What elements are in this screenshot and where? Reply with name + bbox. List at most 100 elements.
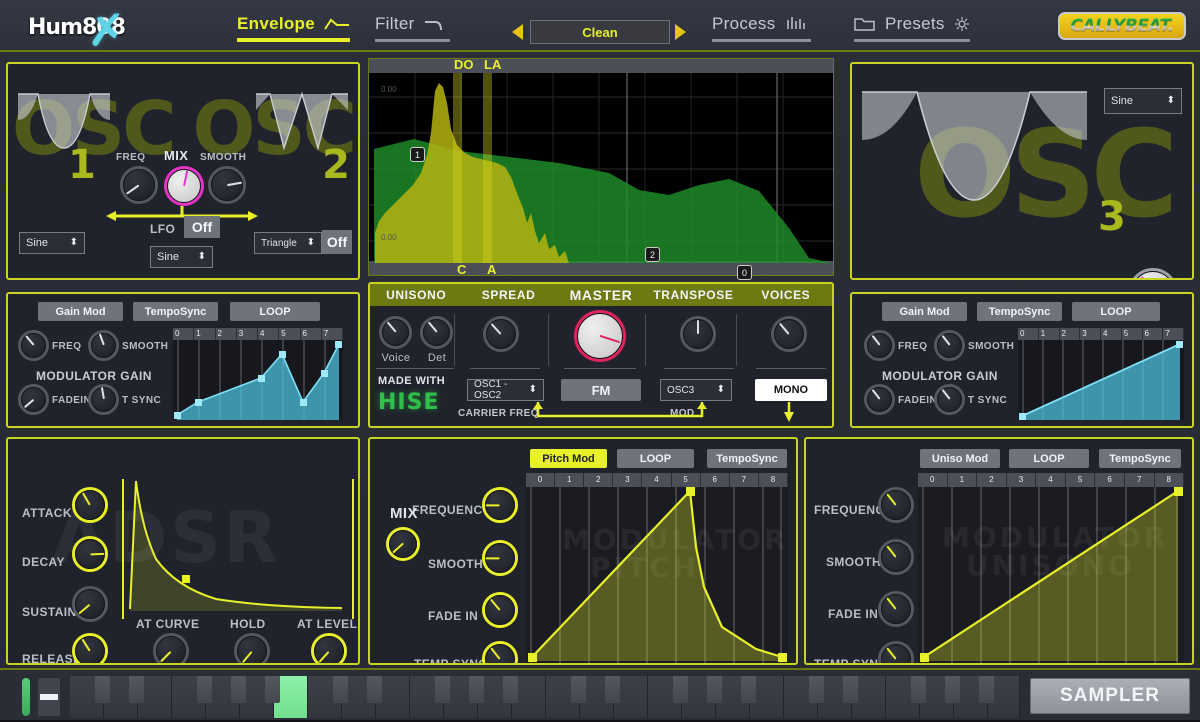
mod-left-graph[interactable]: 0 1 2 3 4 5 6 7 — [173, 328, 343, 420]
mod-right-smooth-knob[interactable] — [934, 330, 965, 361]
lfo-off-toggle[interactable]: Off — [184, 216, 220, 238]
sustain-knob[interactable] — [72, 586, 108, 622]
osc-freq-knob[interactable] — [120, 166, 158, 204]
mod-right-fadein-knob[interactable] — [864, 384, 895, 415]
mod-right-fadein-label: FADEIN — [898, 395, 937, 406]
mod-osc-select[interactable]: OSC3 ⬍ — [660, 379, 732, 401]
osc2-off-toggle[interactable]: Off — [322, 230, 352, 254]
temposync-button-right[interactable]: TempoSync — [977, 302, 1062, 321]
next-preset-arrow[interactable] — [675, 24, 686, 40]
pitch-mod-graph[interactable]: 0 1 2 3 4 5 6 7 8 MODULATOR PITCH — [526, 473, 788, 663]
at-curve-knob[interactable] — [153, 633, 189, 663]
unisono-voice-knob[interactable] — [379, 316, 412, 349]
black-key[interactable] — [605, 676, 620, 703]
uniso-loop-button[interactable]: LOOP — [1009, 449, 1089, 468]
loop-button-right[interactable]: LOOP — [1072, 302, 1160, 321]
adsr-curve-display[interactable] — [126, 479, 346, 614]
mod-right-freq-knob[interactable] — [864, 330, 895, 361]
uniso-frequency-knob[interactable] — [878, 487, 914, 523]
spectrum-node-0[interactable]: 0 — [737, 265, 752, 280]
tab-process[interactable]: Process — [712, 14, 811, 34]
black-key[interactable] — [741, 676, 756, 703]
black-key[interactable] — [367, 676, 382, 703]
spectrum-analyzer[interactable]: DO LA C A — [368, 58, 834, 276]
mod-right-graph-curve — [1018, 340, 1184, 420]
tab-envelope[interactable]: Envelope — [237, 14, 350, 34]
black-key[interactable] — [469, 676, 484, 703]
pitch-tempsync-knob[interactable] — [482, 641, 518, 663]
black-key[interactable] — [129, 676, 144, 703]
loop-button-left[interactable]: LOOP — [230, 302, 320, 321]
mono-button[interactable]: MONO — [755, 379, 827, 401]
uniso-fadein-knob[interactable] — [878, 591, 914, 627]
osc1-waveform-select[interactable]: Sine ⬍ — [19, 232, 85, 254]
mod-wheel[interactable] — [38, 678, 60, 716]
black-key[interactable] — [197, 676, 212, 703]
osc2-waveform-select[interactable]: Triangle ⬍ — [254, 232, 322, 254]
gear-icon[interactable] — [954, 16, 970, 32]
black-key[interactable] — [333, 676, 348, 703]
osc-mix-knob[interactable] — [164, 166, 204, 206]
pitch-temposync-button[interactable]: TempoSync — [707, 449, 787, 468]
voices-knob[interactable] — [771, 316, 807, 352]
uniso-tempsync-knob[interactable] — [878, 641, 914, 663]
uniso-temposync-button[interactable]: TempoSync — [1099, 449, 1181, 468]
unisono-det-knob[interactable] — [420, 316, 453, 349]
master-volume-knob[interactable] — [574, 310, 626, 362]
uniso-smooth-knob[interactable] — [878, 539, 914, 575]
gain-mod-button-right[interactable]: Gain Mod — [882, 302, 967, 321]
black-key[interactable] — [503, 676, 518, 703]
spectrum-node-2[interactable]: 2 — [645, 247, 660, 262]
tab-filter[interactable]: Filter — [375, 14, 450, 34]
uniso-mod-graph[interactable]: 0 1 2 3 4 5 6 7 8 MODULATOR UNISONO — [918, 473, 1184, 663]
black-key[interactable] — [673, 676, 688, 703]
spectrum-node-1[interactable]: 1 — [410, 147, 425, 162]
black-key[interactable] — [945, 676, 960, 703]
black-key[interactable] — [979, 676, 994, 703]
black-key[interactable] — [435, 676, 450, 703]
gain-mod-button-left[interactable]: Gain Mod — [38, 302, 123, 321]
carrier-select[interactable]: OSC1 - OSC2 ⬍ — [467, 379, 544, 401]
osc3-gain-knob[interactable] — [1128, 268, 1178, 278]
pitch-wheel[interactable] — [22, 678, 30, 716]
sampler-button[interactable]: SAMPLER — [1030, 678, 1190, 714]
mod-left-freq-knob[interactable] — [18, 330, 49, 361]
black-key[interactable] — [911, 676, 926, 703]
black-key[interactable] — [809, 676, 824, 703]
preset-display[interactable]: Clean — [530, 20, 670, 44]
fm-button[interactable]: FM — [561, 379, 641, 401]
osc-smooth-knob[interactable] — [208, 166, 246, 204]
pitch-frequency-knob[interactable] — [482, 487, 518, 523]
ruler-tick: 0 — [918, 473, 948, 487]
tab-presets[interactable]: Presets — [854, 14, 970, 34]
pitch-mod-button[interactable]: Pitch Mod — [530, 449, 607, 468]
black-key[interactable] — [265, 676, 280, 703]
spread-knob[interactable] — [483, 316, 519, 352]
temposync-button-left[interactable]: TempoSync — [133, 302, 218, 321]
mod-left-smooth-knob[interactable] — [88, 330, 119, 361]
mod-left-tsync-knob[interactable] — [88, 384, 119, 415]
prev-preset-arrow[interactable] — [512, 24, 523, 40]
transpose-knob[interactable] — [680, 316, 716, 352]
piano-keys[interactable] — [70, 670, 1020, 722]
black-key[interactable] — [95, 676, 110, 703]
black-key[interactable] — [571, 676, 586, 703]
black-key[interactable] — [231, 676, 246, 703]
pitch-mix-knob[interactable] — [386, 527, 420, 561]
attack-knob[interactable] — [72, 487, 108, 523]
at-level-knob[interactable] — [311, 633, 347, 663]
hold-knob[interactable] — [234, 633, 270, 663]
lfo-waveform-select[interactable]: Sine ⬍ — [150, 246, 213, 268]
pitch-loop-button[interactable]: LOOP — [617, 449, 694, 468]
mod-right-tsync-knob[interactable] — [934, 384, 965, 415]
osc3-waveform-select[interactable]: Sine ⬍ — [1104, 88, 1182, 114]
decay-knob[interactable] — [72, 536, 108, 572]
release-knob[interactable] — [72, 633, 108, 663]
pitch-fadein-knob[interactable] — [482, 592, 518, 628]
pitch-smooth-knob[interactable] — [482, 540, 518, 576]
mod-left-fadein-knob[interactable] — [18, 384, 49, 415]
black-key[interactable] — [707, 676, 722, 703]
uniso-mod-button[interactable]: Uniso Mod — [920, 449, 1000, 468]
mod-right-graph[interactable]: 0 1 2 3 4 5 6 7 — [1018, 328, 1184, 420]
black-key[interactable] — [843, 676, 858, 703]
